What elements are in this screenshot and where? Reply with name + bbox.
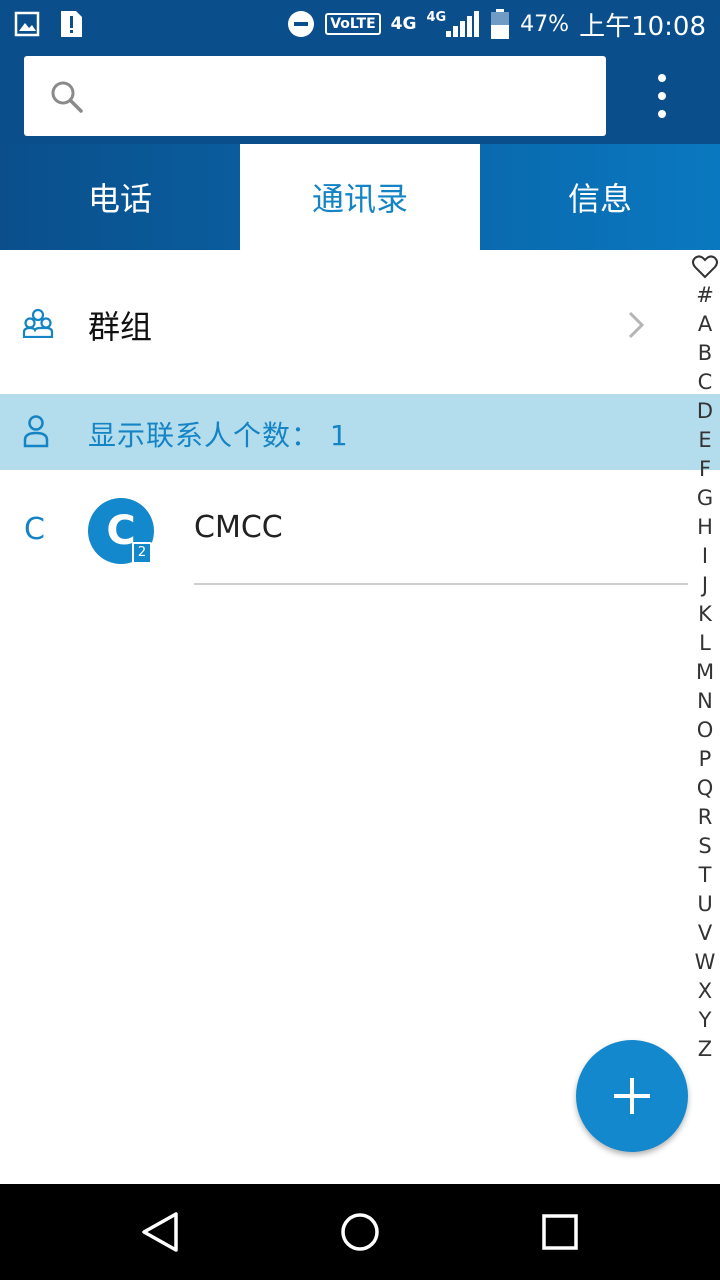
index-letter[interactable]: S <box>690 832 720 861</box>
contact-count-bar: 显示联系人个数： 1 <box>0 394 720 470</box>
index-letter[interactable]: R <box>690 803 720 832</box>
group-icon <box>22 308 54 338</box>
back-icon[interactable] <box>136 1208 184 1256</box>
index-letter[interactable]: D <box>690 397 720 426</box>
index-letter[interactable]: Q <box>690 774 720 803</box>
index-letter[interactable]: A <box>690 310 720 339</box>
search-icon <box>51 81 83 113</box>
groups-row[interactable]: 群组 <box>0 250 690 394</box>
index-letter[interactable]: N <box>690 687 720 716</box>
index-letter[interactable]: G <box>690 484 720 513</box>
battery-percent: 47% <box>520 11 570 37</box>
groups-label: 群组 <box>88 308 153 346</box>
chevron-right-icon <box>628 311 645 339</box>
signal-icon <box>446 11 480 37</box>
section-header-letter: C <box>24 512 45 547</box>
tab-phone[interactable]: 电话 <box>0 144 240 250</box>
alphabet-index[interactable]: # A B C D E F G H I J K L M N O P Q R S T U V W X Y Z <box>690 255 720 1064</box>
plus-icon <box>614 1078 650 1114</box>
index-letter[interactable]: X <box>690 977 720 1006</box>
index-letter[interactable]: T <box>690 861 720 890</box>
status-right: VoLTE 4G 4G 47% 上午10:08 <box>287 6 706 42</box>
network-type-1: 4G <box>390 14 417 34</box>
favorites-heart-icon[interactable] <box>692 255 718 279</box>
index-letter[interactable]: W <box>690 948 720 977</box>
index-letter[interactable]: Y <box>690 1006 720 1035</box>
divider <box>194 583 688 585</box>
index-letter[interactable]: H <box>690 513 720 542</box>
index-letter[interactable]: E <box>690 426 720 455</box>
recents-icon[interactable] <box>536 1208 584 1256</box>
index-letter[interactable]: Z <box>690 1035 720 1064</box>
index-letter[interactable]: L <box>690 629 720 658</box>
contact-name: CMCC <box>194 510 283 545</box>
index-letter[interactable]: M <box>690 658 720 687</box>
status-bar: VoLTE 4G 4G 47% 上午10:08 <box>0 0 720 48</box>
sim-badge: 2 <box>132 542 152 564</box>
app-header <box>0 48 720 144</box>
tab-contacts[interactable]: 通讯录 <box>240 144 480 250</box>
do-not-disturb-icon <box>288 11 315 37</box>
tab-messages[interactable]: 信息 <box>480 144 720 250</box>
status-left <box>14 10 84 38</box>
index-letter[interactable]: B <box>690 339 720 368</box>
tab-bar: 电话 通讯录 信息 <box>0 144 720 250</box>
index-letter[interactable]: # <box>690 281 720 310</box>
person-icon <box>23 415 49 448</box>
image-icon <box>14 11 40 37</box>
index-letter[interactable]: K <box>690 600 720 629</box>
index-letter[interactable]: F <box>690 455 720 484</box>
network-type-2: 4G <box>426 9 447 25</box>
sim-alert-icon <box>61 11 82 37</box>
index-letter[interactable]: P <box>690 745 720 774</box>
index-letter[interactable]: I <box>690 542 720 571</box>
index-letter[interactable]: V <box>690 919 720 948</box>
index-letter[interactable]: U <box>690 890 720 919</box>
battery-icon <box>491 9 510 39</box>
index-letter[interactable]: J <box>690 571 720 600</box>
home-icon[interactable] <box>336 1208 384 1256</box>
more-vert-icon[interactable] <box>640 68 684 124</box>
index-letter[interactable]: C <box>690 368 720 397</box>
list-item[interactable]: C C 2 CMCC <box>0 470 690 586</box>
index-letter[interactable]: O <box>690 716 720 745</box>
volte-label: VoLTE <box>325 13 381 35</box>
search-input[interactable] <box>24 56 606 136</box>
clock: 上午10:08 <box>579 11 706 42</box>
contact-count-text: 显示联系人个数： 1 <box>88 419 349 452</box>
system-nav-bar <box>0 1184 720 1280</box>
add-contact-button[interactable] <box>576 1040 688 1152</box>
